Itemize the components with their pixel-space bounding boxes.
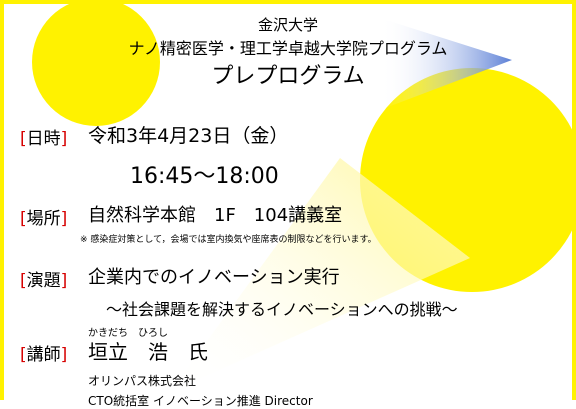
place-note: ※ 感染症対策として，会場では室内換気や座席表の制限などを行います。 xyxy=(80,235,377,245)
speaker-label: [講師] xyxy=(20,345,68,365)
page-subtitle: プレプログラム xyxy=(211,64,365,89)
speaker-label-text: 講師 xyxy=(26,345,61,365)
speaker-role: CTO統括室 イノベーション推進 Director xyxy=(88,394,313,408)
topic-label: [演題] xyxy=(20,271,68,291)
place-value: 自然科学本館 1F 104講義室 xyxy=(88,205,343,226)
time-value: 16:45～18:00 xyxy=(130,164,279,189)
topic-subtitle: ～社会課題を解決するイノベーションへの挑戦～ xyxy=(106,300,458,319)
speaker-name: 垣立 浩 氏 xyxy=(88,340,208,364)
topic-label-text: 演題 xyxy=(26,271,61,291)
place-label: [場所] xyxy=(20,209,68,229)
university-name: 金沢大学 xyxy=(257,16,318,34)
speaker-affiliation: オリンパス株式会社 xyxy=(88,374,197,388)
program-title: ナノ精密医学・理工学卓越大学院プログラム xyxy=(128,39,448,58)
topic-value: 企業内でのイノベーション実行 xyxy=(88,267,340,288)
date-label: [日時] xyxy=(20,129,68,149)
date-value: 令和3年4月23日（金） xyxy=(88,125,289,147)
place-label-text: 場所 xyxy=(26,209,61,229)
date-label-text: 日時 xyxy=(26,129,61,149)
